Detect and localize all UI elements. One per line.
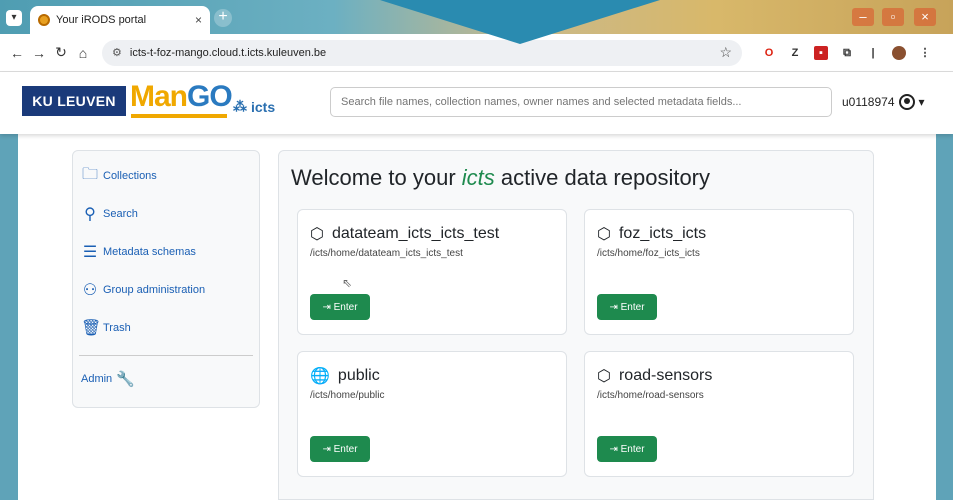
card-title-text: road-sensors [618,367,713,384]
reload-icon[interactable]: ↻ [50,44,72,61]
card-title: ⬡ foz_icts_icts [597,224,706,244]
card-path: /icts/home/public [310,390,385,401]
browser-tab[interactable]: Your iRODS portal × [30,6,210,34]
folder-icon: 🗀 [81,165,98,183]
cube-icon: ⬡ [310,226,324,243]
page-body: 🗀 Collections ⚲ Search ☰ Metadata schema… [18,134,936,500]
people-icon: ⚇ [82,282,98,299]
sidebar-item-group-administration[interactable]: ⚇ Group administration [73,271,259,309]
trash-icon: 🗑 [81,320,102,337]
sidebar-item-collections[interactable]: 🗀 Collections [73,157,259,195]
globe-icon: 🌐 [310,368,330,385]
browser-menu-icon[interactable]: ⋮ [918,46,932,60]
main-content: Welcome to your icts active data reposit… [278,150,874,500]
card-title: ⬡ road-sensors [597,366,712,386]
welcome-zone: icts [461,165,495,190]
welcome-prefix: Welcome to your [291,165,462,190]
enter-button[interactable]: ⇥ Enter [310,436,370,462]
collection-card: 🌐 public /icts/home/public ⇥ Enter [297,351,567,477]
global-search-input[interactable] [330,87,832,117]
sidebar: 🗀 Collections ⚲ Search ☰ Metadata schema… [72,150,260,408]
card-path: /icts/home/datateam_icts_icts_test [310,248,463,259]
user-menu[interactable]: u0118974 ▾ [842,94,925,110]
minimize-button[interactable]: – [852,8,874,26]
tab-title: Your iRODS portal [56,14,147,26]
mango-logo-underline [131,114,227,118]
card-path: /icts/home/foz_icts_icts [597,248,700,259]
username: u0118974 [842,95,895,109]
collection-card: ⬡ datateam_icts_icts_test /icts/home/dat… [297,209,567,335]
mango-logo-man: Man [130,80,188,113]
bookmark-star-icon[interactable]: ☆ [719,44,732,61]
card-title-text: foz_icts_icts [618,225,707,242]
user-icon [898,94,915,110]
opera-extension-icon[interactable]: O [762,46,776,60]
close-window-button[interactable]: × [914,8,936,26]
tab-search-menu-icon[interactable]: ▾ [6,10,22,26]
enter-button[interactable]: ⇥ Enter [310,294,370,320]
collection-card: ⬡ road-sensors /icts/home/road-sensors ⇥… [584,351,854,477]
sidebar-item-label: Group administration [103,284,206,296]
zone-name: icts [251,98,276,115]
zone-icon: ⁂ [233,98,247,114]
new-tab-button[interactable]: + [214,9,232,27]
url-text: icts-t-foz-mango.cloud.t.icts.kuleuven.b… [129,46,327,59]
separator-icon: | [871,46,875,59]
page-title: Welcome to your icts active data reposit… [291,165,710,191]
wrench-icon: 🔧 [116,371,135,388]
mango-logo[interactable]: ManGO [130,80,233,114]
extensions-puzzle-icon[interactable]: ⧉ [840,46,854,60]
card-title-text: datateam_icts_icts_test [331,225,500,242]
favicon-icon [38,14,50,26]
list-icon: ☰ [82,244,98,261]
tab-close-icon[interactable]: × [195,13,202,27]
search-icon: ⚲ [84,206,96,223]
card-title-text: public [337,367,380,384]
sidebar-item-label: Metadata schemas [103,246,196,258]
card-path: /icts/home/road-sensors [597,390,704,401]
profile-avatar-icon[interactable] [892,45,906,60]
sidebar-item-metadata-schemas[interactable]: ☰ Metadata schemas [73,233,259,271]
restore-button[interactable]: ▫ [882,8,904,26]
sidebar-item-search[interactable]: ⚲ Search [73,195,259,233]
mouse-cursor-icon: ⇖ [342,276,353,290]
extensions-row: O Z ▪ ⧉ | ⋮ [762,45,932,60]
sidebar-divider [79,355,253,356]
enter-button[interactable]: ⇥ Enter [597,436,657,462]
ku-leuven-logo[interactable]: KU LEUVEN [22,86,126,116]
forward-icon[interactable]: → [28,45,50,61]
sidebar-item-admin[interactable]: Admin 🔧 [73,364,259,394]
home-icon[interactable]: ⌂ [72,45,94,61]
collection-card: ⬡ foz_icts_icts /icts/home/foz_icts_icts… [584,209,854,335]
back-icon[interactable]: ← [6,45,28,61]
enter-button[interactable]: ⇥ Enter [597,294,657,320]
cube-icon: ⬡ [597,368,611,385]
card-title: 🌐 public [310,366,380,386]
user-caret-icon: ▾ [918,95,925,109]
sidebar-item-label: Trash [103,322,131,334]
mango-logo-go: GO [187,80,233,113]
sidebar-item-label: Collections [103,170,157,182]
sidebar-item-label: Search [103,208,138,220]
zotero-extension-icon[interactable]: Z [788,46,802,60]
sidebar-item-trash[interactable]: 🗑 Trash [73,309,259,347]
card-title: ⬡ datateam_icts_icts_test [310,224,499,244]
pdf-extension-icon[interactable]: ▪ [814,45,828,60]
decorative-arrow [380,0,660,44]
welcome-suffix: active data repository [494,165,711,190]
site-info-icon[interactable]: ⚙ [112,46,122,59]
sidebar-item-label: Admin [81,373,113,385]
cube-icon: ⬡ [597,226,611,243]
app-header: KU LEUVEN ManGO ⁂ icts u0118974 ▾ [0,72,953,134]
zone-indicator[interactable]: ⁂ icts [233,98,275,115]
